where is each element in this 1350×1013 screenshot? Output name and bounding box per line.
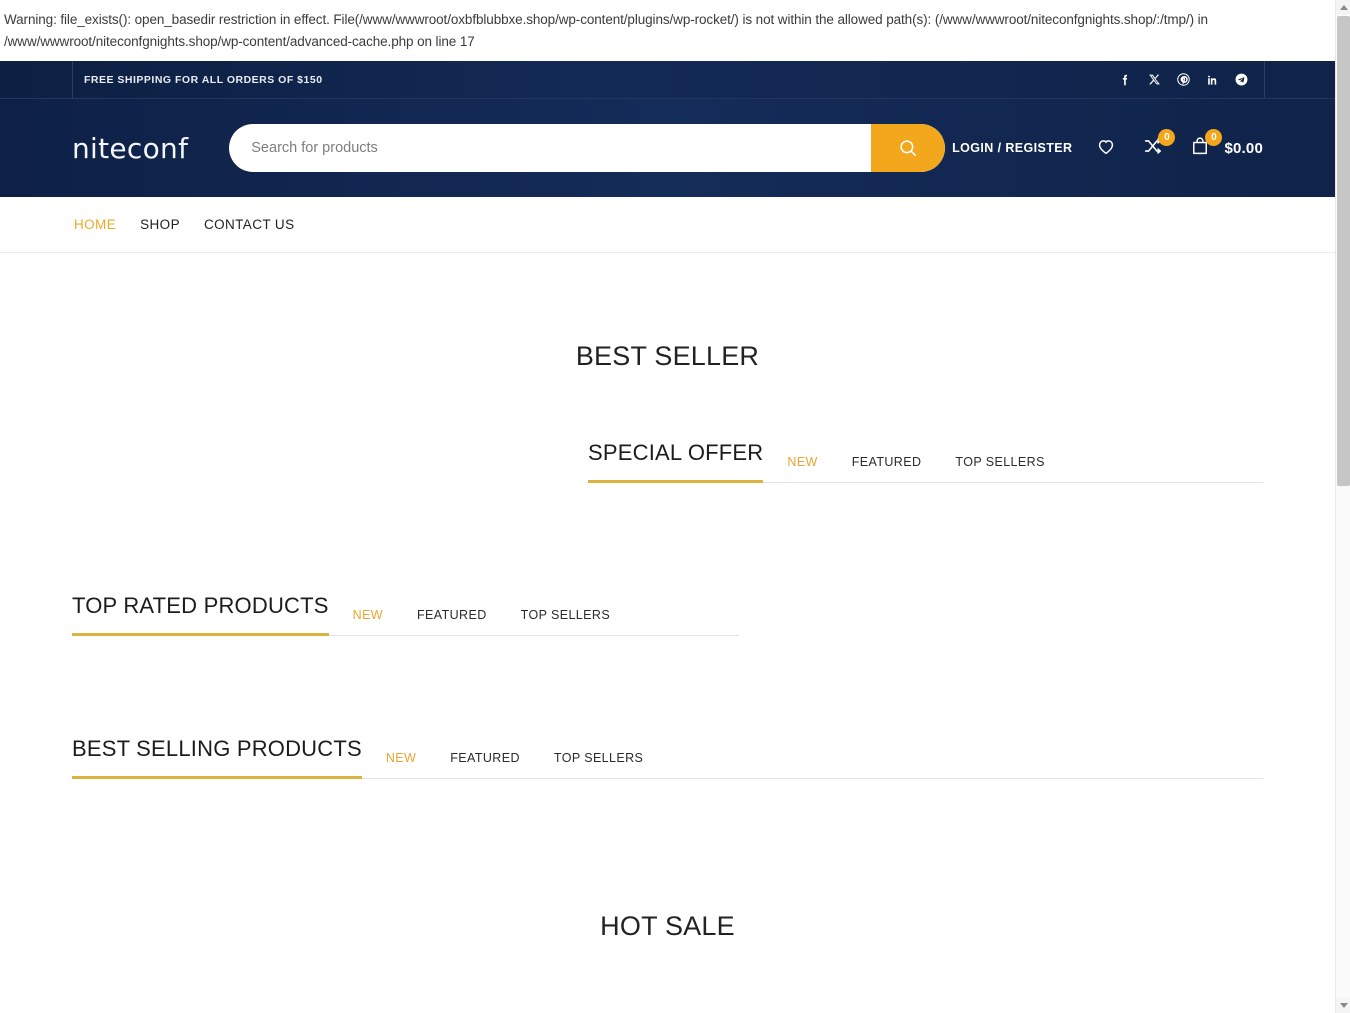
cart-button[interactable]: 0 $0.00: [1187, 129, 1263, 161]
tab-featured[interactable]: FEATURED: [835, 455, 939, 469]
tab-new[interactable]: NEW: [362, 751, 433, 765]
best-selling-head: BEST SELLING PRODUCTS NEW FEATURED TOP S…: [72, 736, 1263, 779]
social-links: [1117, 72, 1249, 88]
top-rated-head: TOP RATED PRODUCTS NEW FEATURED TOP SELL…: [72, 593, 739, 636]
hot-sale-heading: HOT SALE: [600, 911, 735, 941]
scroll-down-arrow[interactable]: [1336, 998, 1350, 1013]
top-announcement-bar: FREE SHIPPING FOR ALL ORDERS OF $150: [0, 61, 1335, 99]
nav-item-home[interactable]: HOME: [72, 213, 118, 236]
special-offer-head: SPECIAL OFFER NEW FEATURED TOP SELLERS: [588, 440, 1263, 483]
x-twitter-icon[interactable]: [1146, 72, 1162, 88]
free-shipping-message: FREE SHIPPING FOR ALL ORDERS OF $150: [84, 73, 323, 86]
page-main: BEST SELLER SPECIAL OFFER NEW FEATURED T…: [0, 341, 1335, 942]
tab-featured[interactable]: FEATURED: [433, 751, 537, 765]
top-rated-tabs: NEW FEATURED TOP SELLERS: [328, 608, 739, 636]
tab-top-sellers[interactable]: TOP SELLERS: [938, 455, 1061, 469]
compare-count-badge: 0: [1158, 129, 1176, 146]
pinterest-icon[interactable]: [1175, 72, 1191, 88]
heart-icon: [1095, 135, 1117, 162]
vertical-scrollbar[interactable]: [1335, 0, 1350, 1013]
tab-new[interactable]: NEW: [763, 455, 834, 469]
php-warning-line-2: /www/wwwroot/niteconfgnights.shop/wp-con…: [4, 34, 475, 49]
tab-new[interactable]: NEW: [329, 608, 400, 622]
site-logo[interactable]: niteconf: [72, 132, 188, 165]
login-register-link[interactable]: LOGIN / REGISTER: [952, 141, 1072, 155]
search-button[interactable]: [871, 124, 946, 172]
compare-button[interactable]: 0: [1140, 129, 1176, 161]
site-header: niteconf LOGIN / REGISTER: [0, 99, 1335, 197]
php-warning-line-1: Warning: file_exists(): open_basedir res…: [4, 12, 1208, 27]
section-special-offer: SPECIAL OFFER NEW FEATURED TOP SELLERS: [0, 440, 1335, 483]
section-title-best-selling-products: BEST SELLING PRODUCTS: [72, 736, 362, 779]
cart-icon-wrap[interactable]: 0: [1187, 129, 1223, 161]
scroll-up-arrow[interactable]: [1336, 0, 1350, 15]
browser-viewport: Warning: file_exists(): open_basedir res…: [0, 0, 1350, 1013]
linkedin-icon[interactable]: [1204, 72, 1220, 88]
tab-top-sellers[interactable]: TOP SELLERS: [537, 751, 660, 765]
best-selling-tabs: NEW FEATURED TOP SELLERS: [361, 751, 1263, 779]
page-content: Warning: file_exists(): open_basedir res…: [0, 0, 1335, 1013]
nav-list: HOME SHOP CONTACT US: [72, 213, 296, 236]
main-navigation: HOME SHOP CONTACT US: [0, 197, 1335, 253]
search-input[interactable]: [229, 124, 872, 172]
section-title-top-rated-products: TOP RATED PRODUCTS: [72, 593, 329, 636]
scrollbar-thumb[interactable]: [1337, 16, 1350, 486]
search-icon: [897, 137, 919, 159]
tab-featured[interactable]: FEATURED: [400, 608, 504, 622]
tab-top-sellers[interactable]: TOP SELLERS: [504, 608, 627, 622]
section-top-rated-products: TOP RATED PRODUCTS NEW FEATURED TOP SELL…: [0, 593, 1335, 636]
account-actions: LOGIN / REGISTER 0 0 $0.00: [952, 129, 1263, 161]
section-title-special-offer: SPECIAL OFFER: [588, 440, 764, 483]
section-best-selling-products: BEST SELLING PRODUCTS NEW FEATURED TOP S…: [0, 736, 1335, 779]
facebook-icon[interactable]: [1117, 72, 1133, 88]
cart-count-badge: 0: [1205, 129, 1223, 146]
nav-item-shop[interactable]: SHOP: [138, 213, 182, 236]
special-offer-tabs: NEW FEATURED TOP SELLERS: [763, 455, 1263, 483]
best-seller-heading: BEST SELLER: [575, 341, 760, 371]
php-warning-banner: Warning: file_exists(): open_basedir res…: [0, 0, 1335, 61]
product-search-bar: [229, 124, 946, 172]
wishlist-button[interactable]: [1093, 135, 1119, 161]
cart-total-amount: $0.00: [1224, 139, 1263, 157]
nav-item-contact-us[interactable]: CONTACT US: [202, 213, 297, 236]
telegram-icon[interactable]: [1233, 72, 1249, 88]
